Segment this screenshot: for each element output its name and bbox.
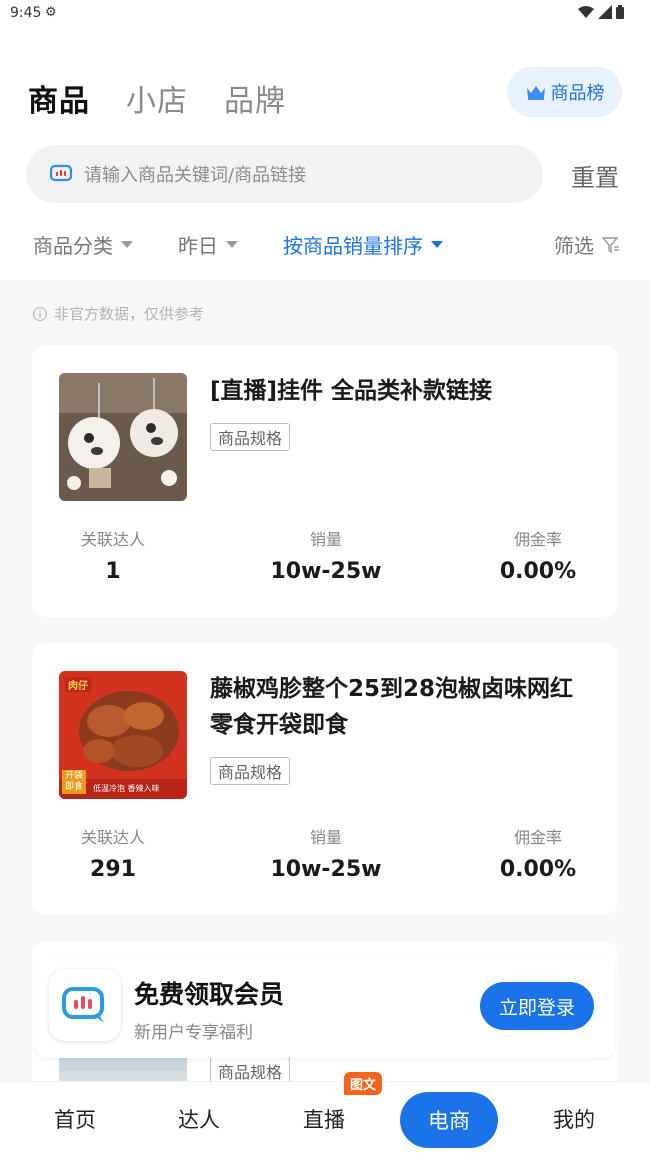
advanced-filter-label: 筛选 [554, 234, 594, 258]
date-filter[interactable]: 昨日 [178, 230, 238, 259]
product-card[interactable]: [直播]挂件 全品类补款链接 商品规格 关联达人 销量 佣金率 1 10w-25… [32, 345, 618, 617]
tab-shops[interactable]: 小店 [126, 76, 188, 120]
sort-filter[interactable]: 按商品销量排序 [283, 230, 443, 259]
login-button[interactable]: 立即登录 [480, 982, 594, 1030]
reset-button[interactable]: 重置 [571, 158, 619, 193]
signal-icon [598, 5, 612, 19]
settings-gear-icon: ⚙ [45, 5, 57, 20]
funnel-icon [602, 236, 619, 254]
status-bar: 9:45 ⚙ [0, 0, 650, 30]
category-filter-label: 商品分类 [33, 234, 113, 258]
info-icon [32, 306, 48, 321]
live-badge: 图文 [344, 1072, 383, 1095]
nav-item-home[interactable]: 首页 [35, 1104, 115, 1134]
stat-label-sales: 销量 [309, 530, 342, 549]
image-tag-text: 开袋即食 [62, 770, 86, 794]
product-title[interactable]: 藤椒鸡胗整个25到28泡椒卤味网红零食开袋即食 [210, 671, 590, 743]
search-input[interactable]: 请输入商品关键词/商品链接 [26, 145, 543, 203]
disclaimer-text: 非官方数据，仅供参考 [54, 305, 205, 323]
stat-label-creators: 关联达人 [80, 530, 145, 549]
product-spec-tag[interactable]: 商品规格 [210, 423, 291, 451]
tab-brands[interactable]: 品牌 [224, 76, 286, 120]
filter-bar: 商品分类 昨日 按商品销量排序 筛选 [0, 220, 650, 266]
date-filter-label: 昨日 [178, 234, 218, 258]
stat-value-sales: 10w-25w [270, 559, 382, 584]
stat-label-creators: 关联达人 [80, 828, 145, 847]
app-screen: 9:45 ⚙ 商品 小店 品牌 商品榜 请输入商品关键词/商品链接 重置 商品分… [0, 0, 650, 1154]
stat-label-commission: 佣金率 [513, 828, 562, 847]
promo-title: 免费领取会员 [134, 980, 285, 1009]
product-card[interactable]: 肉仔 开袋即食 低温冷泡 香辣入味 藤椒鸡胗整个25到28泡椒卤味网红零食开袋即… [32, 643, 618, 915]
category-filter[interactable]: 商品分类 [33, 230, 133, 259]
product-spec-tag[interactable]: 商品规格 [210, 757, 291, 785]
search-placeholder: 请输入商品关键词/商品链接 [84, 165, 307, 186]
product-title[interactable]: [直播]挂件 全品类补款链接 [210, 373, 590, 409]
chevron-down-icon [226, 241, 238, 248]
top-tabs: 商品 小店 品牌 [28, 76, 286, 120]
stat-label-commission: 佣金率 [513, 530, 562, 549]
advanced-filter-button[interactable]: 筛选 [554, 230, 620, 259]
chevron-down-icon [121, 241, 133, 248]
tab-products[interactable]: 商品 [28, 76, 90, 120]
status-time: 9:45 [10, 5, 42, 21]
stat-value-commission: 0.00% [499, 857, 577, 882]
login-promo-banner[interactable]: 免费领取会员 新用户专享福利 立即登录 [35, 955, 615, 1058]
sort-filter-label: 按商品销量排序 [283, 234, 423, 258]
product-image [59, 373, 187, 501]
stat-value-commission: 0.00% [499, 559, 577, 584]
product-image: 肉仔 开袋即食 低温冷泡 香辣入味 [59, 671, 187, 799]
header-panel: 商品 小店 品牌 商品榜 请输入商品关键词/商品链接 重置 商品分类 昨日 按商… [0, 30, 650, 280]
stat-value-creators: 291 [90, 857, 136, 882]
bottom-nav: 首页 达人 直播 图文 电商 我的 [0, 1072, 650, 1154]
stat-value-sales: 10w-25w [270, 857, 382, 882]
product-rank-button[interactable]: 商品榜 [507, 67, 622, 117]
nav-item-live[interactable]: 直播 [284, 1104, 364, 1134]
battery-icon [616, 5, 624, 19]
promo-subtitle: 新用户专享福利 [134, 1023, 253, 1043]
status-icons [578, 5, 624, 19]
chevron-down-icon [431, 241, 443, 248]
stat-value-creators: 1 [105, 559, 121, 584]
wifi-icon [578, 6, 594, 18]
nav-item-ecommerce[interactable]: 电商 [400, 1092, 498, 1148]
search-chat-icon [50, 164, 72, 182]
nav-item-creators[interactable]: 达人 [159, 1104, 239, 1134]
nav-item-me[interactable]: 我的 [534, 1104, 614, 1134]
app-logo-icon [49, 969, 121, 1041]
rank-button-label: 商品榜 [550, 83, 605, 104]
crown-icon [526, 86, 545, 100]
image-brand-text: 肉仔 [65, 677, 91, 692]
data-disclaimer: 非官方数据，仅供参考 [32, 303, 204, 324]
stat-label-sales: 销量 [309, 828, 342, 847]
image-banner-text: 低温冷泡 香辣入味 [93, 784, 160, 793]
